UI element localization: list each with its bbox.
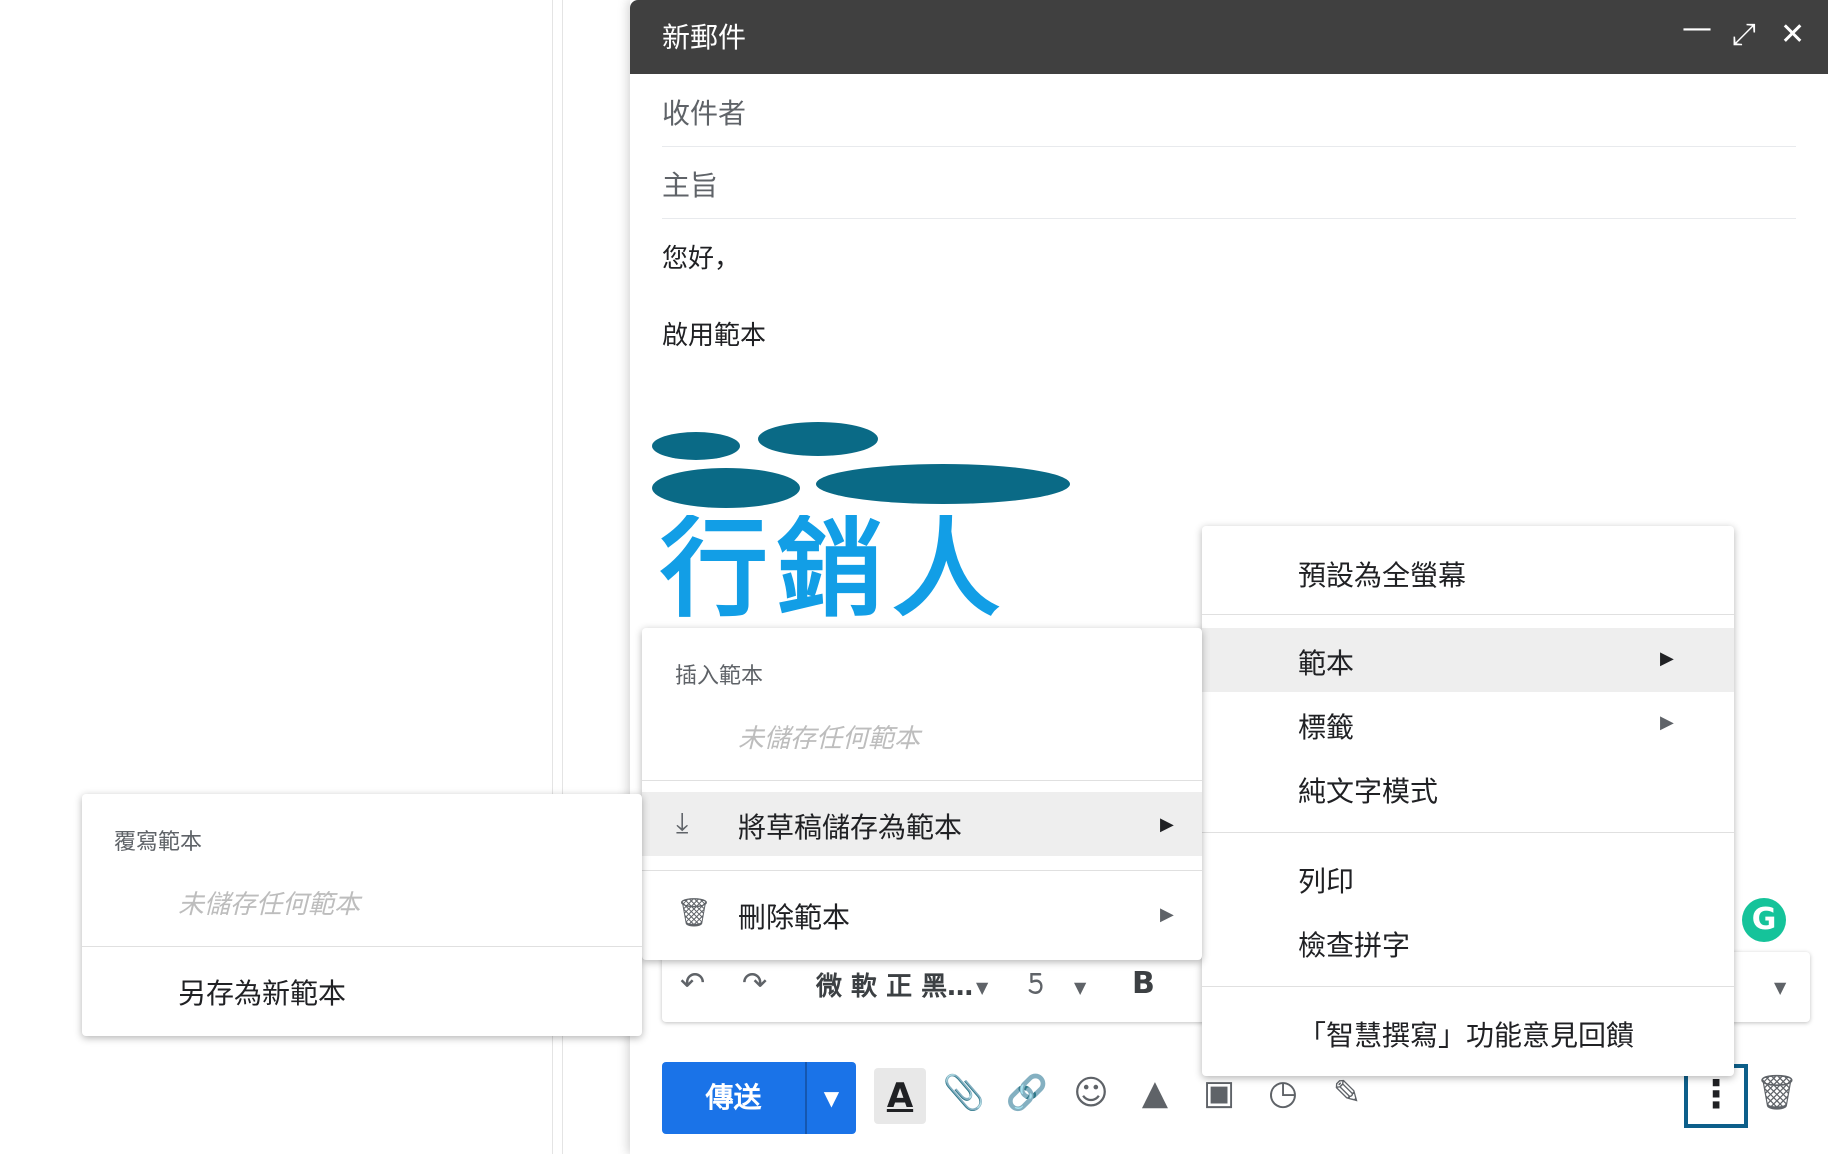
drive-icon[interactable]: ▲ bbox=[1130, 1073, 1180, 1113]
send-options-icon[interactable]: ▼ bbox=[807, 1062, 856, 1134]
menu-divider bbox=[82, 946, 642, 947]
photo-icon[interactable]: ▣ bbox=[1194, 1073, 1244, 1113]
menu-divider bbox=[642, 870, 1202, 871]
signature-logo: 行銷人 bbox=[660, 515, 1009, 625]
chevron-down-icon[interactable]: ▼ bbox=[1774, 978, 1786, 997]
templates-menu: 插入範本 未儲存任何範本 ⤓ 將草稿儲存為範本 ▶ 🗑 刪除範本 ▶ bbox=[642, 628, 1202, 960]
menu-divider bbox=[1202, 614, 1734, 615]
trash-icon[interactable]: 🗑 bbox=[1752, 1073, 1802, 1113]
font-size-dropdown-icon[interactable]: ▼ bbox=[1074, 978, 1086, 997]
download-icon: ⤓ bbox=[676, 806, 689, 839]
redo-icon[interactable]: ↷ bbox=[742, 966, 767, 1001]
menu-item-labels[interactable]: 標籤 bbox=[1298, 706, 1354, 746]
submenu-arrow-icon: ▶ bbox=[1160, 904, 1174, 925]
menu-item-templates[interactable]: 範本 bbox=[1298, 642, 1354, 682]
insert-template-header: 插入範本 bbox=[675, 664, 764, 689]
lock-clock-icon[interactable]: ◷ bbox=[1258, 1073, 1308, 1113]
undo-icon[interactable]: ↶ bbox=[680, 966, 705, 1001]
submenu-arrow-icon: ▶ bbox=[1660, 648, 1674, 669]
to-field[interactable]: 收件者 bbox=[662, 76, 1796, 147]
submenu-arrow-icon: ▶ bbox=[1160, 814, 1174, 835]
overwrite-template-header: 覆寫範本 bbox=[114, 830, 203, 855]
menu-item-highlight bbox=[1202, 628, 1734, 692]
menu-divider bbox=[1202, 832, 1734, 833]
menu-divider bbox=[642, 780, 1202, 781]
expand-icon[interactable]: ⤢ bbox=[1732, 16, 1756, 54]
menu-item-delete-template[interactable]: 刪除範本 bbox=[738, 896, 850, 936]
trash-icon: 🗑 bbox=[676, 896, 712, 929]
overwrite-template-empty: 未儲存任何範本 bbox=[178, 890, 361, 920]
menu-item-spellcheck[interactable]: 檢查拼字 bbox=[1298, 924, 1410, 964]
grammarly-icon[interactable]: G bbox=[1742, 898, 1786, 942]
menu-item-fullscreen[interactable]: 預設為全螢幕 bbox=[1298, 554, 1466, 594]
redaction-mark bbox=[652, 468, 800, 508]
insert-template-empty: 未儲存任何範本 bbox=[738, 724, 921, 754]
send-button-group: 傳送 ▼ bbox=[662, 1062, 856, 1134]
menu-item-smart-compose-feedback[interactable]: 「智慧撰寫」功能意見回饋 bbox=[1298, 1014, 1634, 1054]
redaction-mark bbox=[652, 432, 740, 460]
bold-button[interactable]: B bbox=[1132, 966, 1155, 1001]
close-icon[interactable]: ✕ bbox=[1780, 16, 1805, 54]
compose-title: 新郵件 bbox=[662, 21, 747, 54]
menu-divider bbox=[1202, 986, 1734, 987]
more-options-menu: 預設為全螢幕 範本 ▶ 標籤 ▶ 純文字模式 列印 檢查拼字 「智慧撰寫」功能意… bbox=[1202, 526, 1734, 1076]
compose-titlebar[interactable]: 新郵件 — ⤢ ✕ bbox=[630, 0, 1828, 74]
menu-item-print[interactable]: 列印 bbox=[1298, 860, 1354, 900]
subject-field[interactable]: 主旨 bbox=[662, 148, 1796, 219]
save-template-submenu: 覆寫範本 未儲存任何範本 另存為新範本 bbox=[82, 794, 642, 1036]
send-button[interactable]: 傳送 bbox=[662, 1062, 805, 1134]
more-vert-icon: ⋮ bbox=[1697, 1072, 1735, 1116]
body-greeting[interactable]: 您好， bbox=[662, 238, 740, 275]
redaction-mark bbox=[758, 422, 878, 456]
menu-item-save-draft-as-template[interactable]: 將草稿儲存為範本 bbox=[738, 806, 962, 846]
text-format-button[interactable]: A bbox=[874, 1068, 926, 1124]
menu-item-save-new-template[interactable]: 另存為新範本 bbox=[178, 972, 346, 1012]
pen-icon[interactable]: ✎ bbox=[1322, 1073, 1372, 1113]
subject-placeholder: 主旨 bbox=[662, 169, 719, 202]
font-family-dropdown-icon[interactable]: ▼ bbox=[976, 978, 988, 997]
font-size-icon[interactable]: 𝟻 bbox=[1026, 966, 1045, 1001]
redaction-mark bbox=[816, 464, 1070, 504]
paperclip-icon[interactable]: 📎 bbox=[939, 1073, 989, 1113]
to-placeholder: 收件者 bbox=[662, 97, 747, 130]
minimize-icon[interactable]: — bbox=[1682, 10, 1712, 48]
emoji-icon[interactable]: ☺ bbox=[1066, 1073, 1116, 1113]
link-icon[interactable]: 🔗 bbox=[1002, 1073, 1052, 1113]
submenu-arrow-icon: ▶ bbox=[1660, 712, 1674, 733]
font-family-select[interactable]: 微 軟 正 黑… bbox=[816, 966, 973, 1003]
menu-item-plain-text[interactable]: 純文字模式 bbox=[1298, 770, 1438, 810]
body-line[interactable]: 啟用範本 bbox=[662, 315, 766, 352]
